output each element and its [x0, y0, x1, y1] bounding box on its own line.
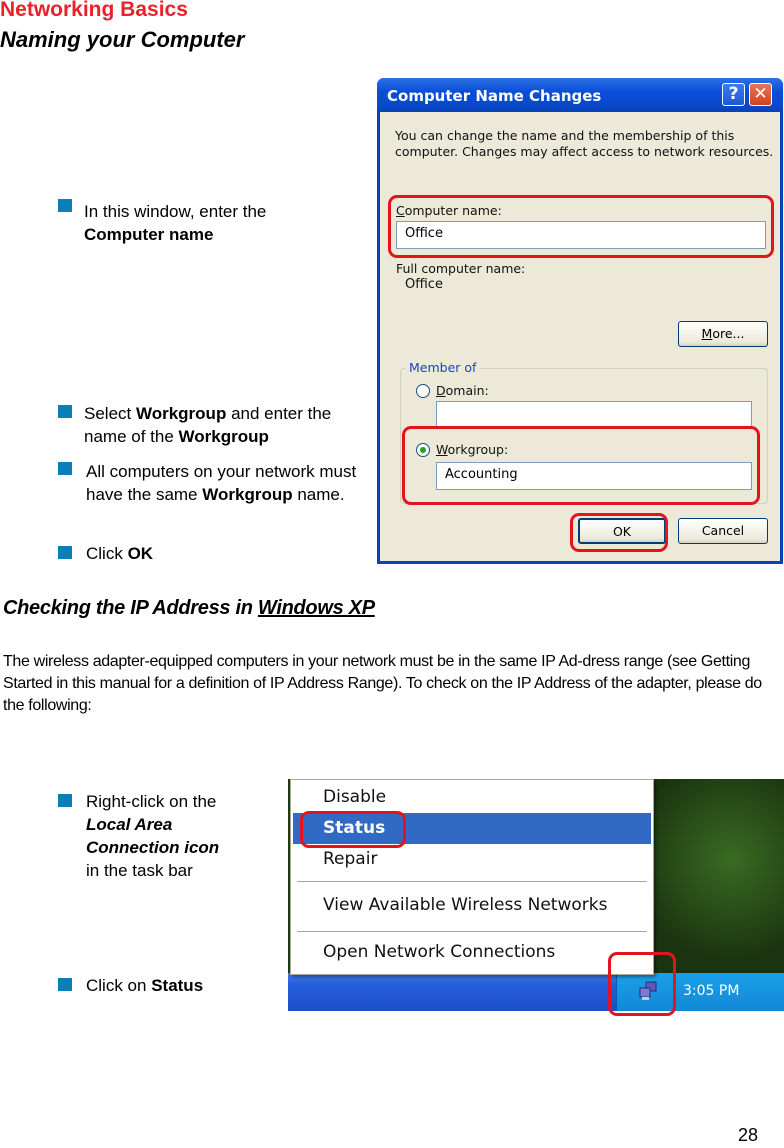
bullet-icon	[58, 546, 72, 559]
clock: 3:05 PM	[683, 983, 740, 999]
dialog-description: You can change the name and the membersh…	[395, 128, 774, 159]
status-highlight	[300, 811, 406, 848]
taskbar: 3:05 PM	[288, 973, 784, 1011]
bullet-icon	[58, 405, 72, 418]
page-number: 28	[738, 1125, 759, 1145]
help-icon[interactable]: ?	[722, 83, 745, 106]
bullet-icon	[58, 978, 72, 991]
domain-radio[interactable]	[416, 384, 430, 398]
dialog-titlebar: Computer Name Changes ? ✕	[377, 78, 783, 112]
full-computer-name-label: Full computer name:	[396, 261, 526, 276]
page-title: Naming your Computer	[0, 27, 245, 52]
step-right-click-icon: Right-click on the Local Area Connection…	[86, 792, 220, 880]
menu-item-view-wireless-networks[interactable]: View Available Wireless Networks	[293, 890, 651, 921]
workgroup-highlight	[402, 426, 760, 505]
close-icon[interactable]: ✕	[749, 83, 772, 106]
menu-separator	[297, 881, 647, 882]
domain-input[interactable]	[436, 401, 752, 429]
step-click-ok: Click OK	[86, 544, 154, 563]
ok-highlight	[570, 513, 668, 552]
ip-intro-paragraph: The wireless adapter-equipped computers …	[3, 653, 762, 714]
cancel-button[interactable]: Cancel	[678, 518, 768, 544]
bullet-icon	[58, 794, 72, 807]
step-enter-computer-name: In this window, enter the Computer name	[84, 202, 267, 244]
domain-label: Domain:	[436, 383, 489, 398]
more-button[interactable]: More...	[678, 321, 768, 347]
step-select-workgroup: Select Workgroup and enter the name of t…	[84, 404, 332, 446]
bullet-icon	[58, 199, 72, 212]
windows-xp-link[interactable]: Windows XP	[258, 597, 375, 619]
computer-name-highlight	[388, 195, 774, 258]
full-computer-name-value: Office	[405, 277, 443, 292]
section-heading: Networking Basics	[0, 0, 188, 21]
desktop-background	[652, 779, 784, 979]
member-of-label: Member of	[406, 360, 480, 375]
tray-icon-highlight	[608, 952, 676, 1016]
step-click-status: Click on Status	[86, 976, 204, 995]
menu-item-open-network-connections[interactable]: Open Network Connections	[293, 937, 651, 968]
menu-item-repair[interactable]: Repair	[293, 844, 651, 875]
ip-section-heading: Checking the IP Address in Windows XP	[3, 597, 375, 619]
bullet-icon	[58, 462, 72, 475]
menu-item-disable[interactable]: Disable	[293, 782, 651, 813]
menu-separator	[297, 931, 647, 932]
step-same-workgroup: All computers on your network must have …	[86, 462, 357, 504]
dialog-title: Computer Name Changes	[387, 87, 602, 105]
context-menu: Disable Status Repair View Available Wir…	[290, 779, 654, 975]
